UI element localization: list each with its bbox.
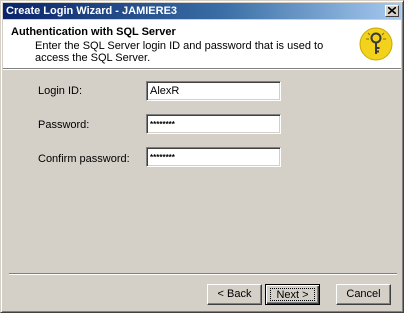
title-bar[interactable]: Create Login Wizard - JAMIERE3 [3, 3, 401, 19]
cancel-button-label: Cancel [346, 288, 381, 300]
confirm-password-label: Confirm password: [38, 153, 130, 165]
page-title: Authentication with SQL Server [11, 26, 176, 38]
wizard-window: Create Login Wizard - JAMIERE3 Authentic… [0, 0, 404, 313]
footer-divider [9, 273, 397, 275]
close-icon [388, 7, 396, 14]
login-id-input[interactable] [146, 81, 281, 101]
confirm-password-input[interactable] [146, 147, 281, 167]
cancel-button[interactable]: Cancel [336, 284, 391, 305]
window-title: Create Login Wizard - JAMIERE3 [6, 5, 178, 17]
wizard-header: Authentication with SQL Server Enter the… [3, 20, 401, 68]
login-id-label: Login ID: [38, 85, 83, 97]
key-bulb-icon [359, 27, 393, 61]
back-button[interactable]: < Back [207, 284, 262, 305]
next-button-label: Next > [270, 288, 315, 301]
next-button[interactable]: Next > [265, 284, 320, 305]
back-button-label: < Back [217, 288, 252, 300]
password-input[interactable] [146, 114, 281, 134]
close-button[interactable] [385, 5, 399, 17]
page-subtitle: Enter the SQL Server login ID and passwo… [35, 40, 324, 64]
header-divider [3, 68, 401, 70]
password-label: Password: [38, 119, 90, 131]
